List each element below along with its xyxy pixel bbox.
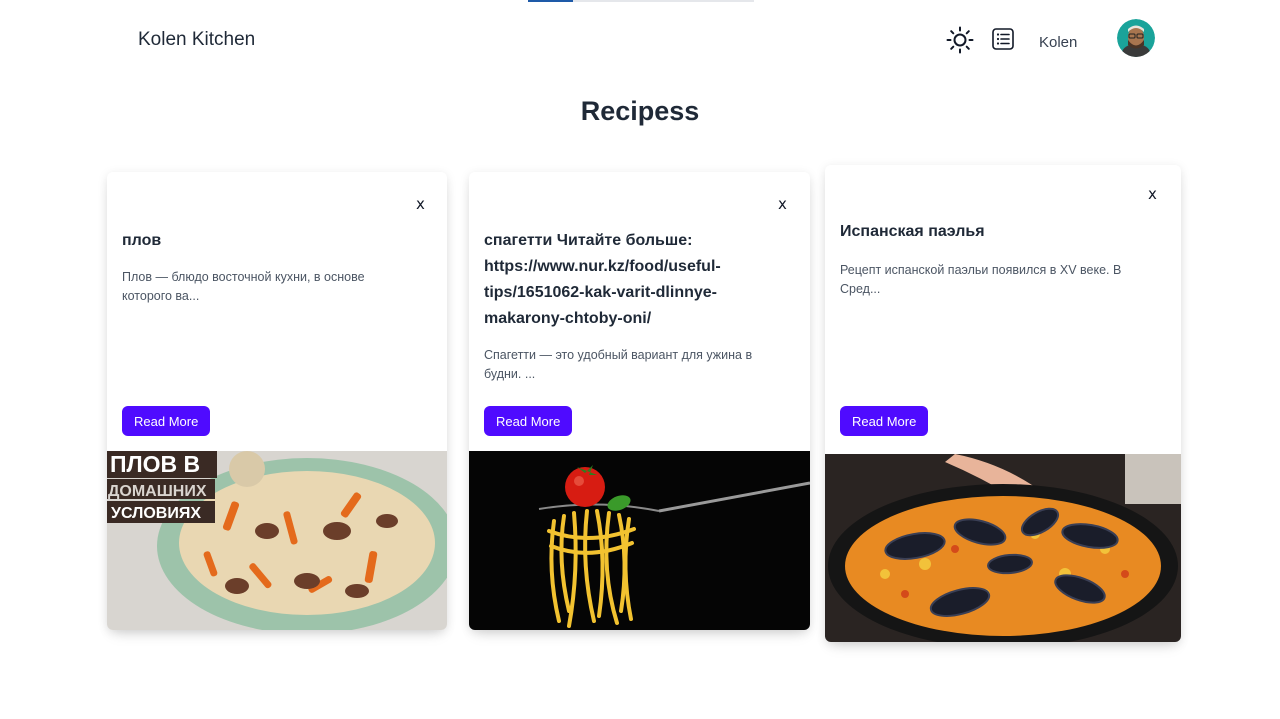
recipe-description: Плов — блюдо восточной кухни, в основе к… — [122, 270, 365, 303]
recipe-image-paella — [825, 454, 1181, 642]
list-icon — [992, 28, 1014, 50]
read-more-button[interactable]: Read More — [122, 406, 211, 436]
theme-toggle-button[interactable] — [946, 26, 974, 54]
username-label[interactable]: Kolen — [1039, 34, 1077, 51]
avatar-image — [1117, 19, 1155, 57]
close-button[interactable]: x — [416, 195, 425, 213]
plov-caption-line-3: УСЛОВИЯХ — [111, 505, 201, 522]
recipe-card: x спагетти Читайте больше: https://www.n… — [469, 172, 810, 630]
read-more-button[interactable]: Read More — [840, 406, 929, 436]
plov-caption-line-2: ДОМАШНИХ — [108, 483, 207, 500]
navbar: Kolen Kitchen Kolen — [0, 0, 1280, 80]
brand-logo-text[interactable]: Kolen Kitchen — [138, 29, 255, 51]
close-button[interactable]: x — [1148, 185, 1157, 203]
read-more-button[interactable]: Read More — [484, 406, 573, 436]
recipe-title: спагетти Читайте больше: https://www.nur… — [484, 232, 721, 327]
plov-caption-line-1: ПЛОВ В — [110, 451, 200, 477]
recipe-image-spaghetti — [469, 451, 810, 630]
recipe-description: Рецепт испанской паэльи появился в XV ве… — [840, 263, 1122, 296]
recipe-description: Спагетти — это удобный вариант для ужина… — [484, 348, 753, 381]
close-button[interactable]: x — [778, 195, 787, 213]
recipe-title: плов — [122, 232, 162, 249]
user-avatar[interactable] — [1117, 19, 1155, 57]
recipe-image-plov: ПЛОВ В ДОМАШНИХ УСЛОВИЯХ — [107, 451, 447, 630]
page-title: Recipess — [580, 96, 700, 126]
recipe-card: x Испанская паэлья Рецепт испанской паэл… — [825, 165, 1181, 642]
recipe-title: Испанская паэлья — [840, 223, 985, 240]
plov-image-caption: ПЛОВ В ДОМАШНИХ УСЛОВИЯХ — [107, 451, 217, 523]
sun-icon — [946, 26, 974, 54]
recipe-list-button[interactable] — [991, 27, 1015, 51]
recipe-card: x плов Плов — блюдо восточной кухни, в о… — [107, 172, 447, 630]
